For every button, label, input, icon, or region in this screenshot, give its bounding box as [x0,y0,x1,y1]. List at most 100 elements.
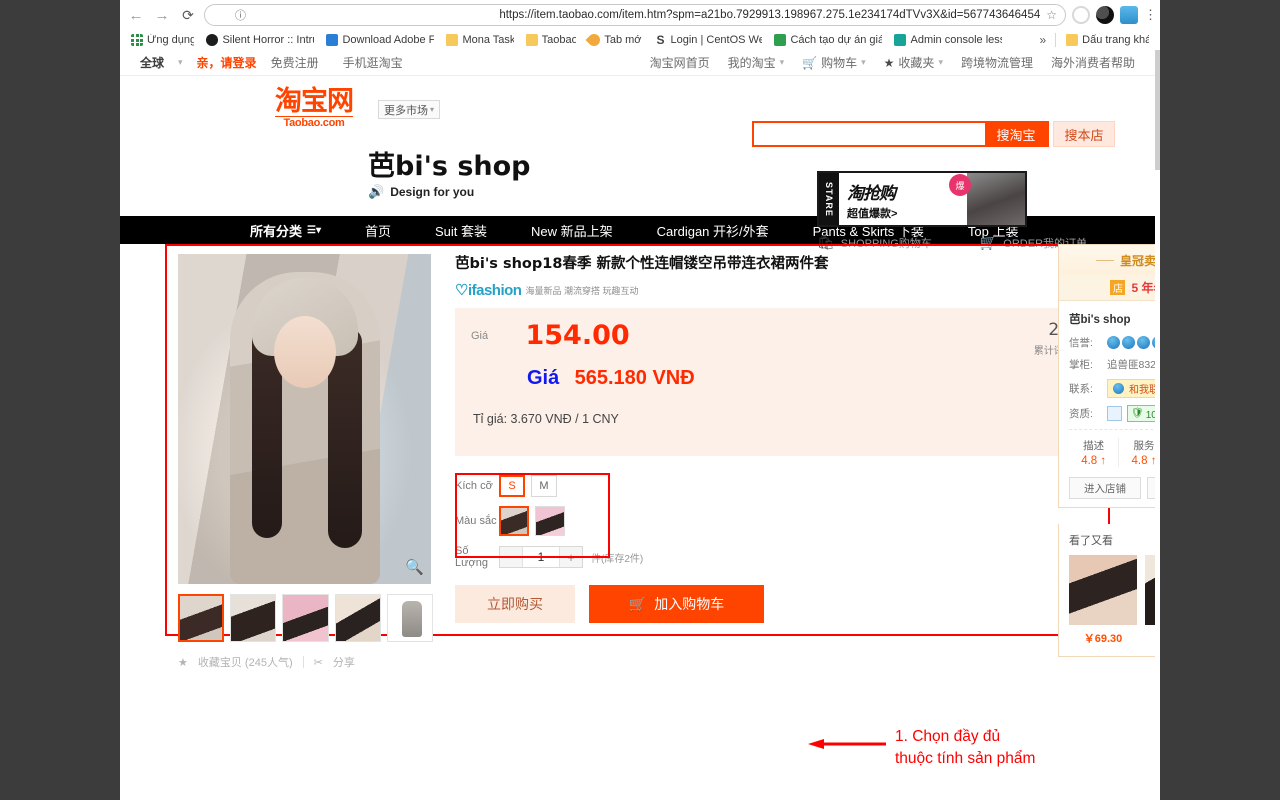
chevron-down-icon[interactable]: ▾ [178,57,183,68]
price-vnd-row: Giá 565.180 VNĐ [527,367,1023,390]
score-value-row: 4.8 ↑ [1081,455,1107,467]
nav-item-new[interactable]: New 新品上架 [509,221,635,240]
seller-shop-name[interactable]: 芭bi's shop [1069,311,1155,327]
nav-label: 我的淘宝 [727,56,776,70]
favorite-shop-button[interactable]: 收藏店铺 [1147,477,1155,499]
speaker-icon: 🔊 [368,184,385,199]
bookmark-item[interactable]: Tab mới [583,33,647,47]
shop-header: 淘宝网 Taobao.com 更多市场 ▾ 芭bi's shop 🔊 Desig… [120,76,1155,250]
seller-credit-row: 信誉: [1069,335,1155,350]
bookmark-label: Ứng dụng [147,34,195,46]
scrollbar-thumb[interactable] [1155,50,1160,170]
annotation-line: thuộc tính sản phẩm [895,750,1036,768]
extension-icon-1[interactable] [1072,6,1090,24]
nav-item-cardigan[interactable]: Cardigan 开衫/外套 [635,221,791,240]
share-label[interactable]: 分享 [333,654,355,670]
score-description: 描述 4.8 ↑ [1069,438,1118,467]
search-taobao-button[interactable]: 搜淘宝 [985,123,1047,145]
exchange-rate: Tỉ giá: 3.670 VNĐ / 1 CNY [473,412,619,427]
promo-banner[interactable]: STARE 淘抢购 超值爆款> 爆 [817,171,1027,227]
counter-value: 追兽匪832号 [1107,359,1155,371]
seller-years: 5 年老店 [1131,281,1155,295]
logo-en-text: Taobao.com [275,116,353,129]
bookmark-label: Mona Task [462,34,514,46]
reload-icon[interactable]: ⟳ [178,5,198,25]
bookmark-item[interactable]: Mona Task [441,33,518,47]
crown-icon [1137,336,1150,349]
browser-menu-icon[interactable]: ⋮ [1144,7,1157,23]
thumbnail-item[interactable] [334,594,381,642]
deposit-value: 1000元 [1145,410,1155,421]
star-icon: ★ [883,55,895,70]
login-link[interactable]: 亲，请登录 [197,54,257,71]
nav-item-suit[interactable]: Suit 套装 [413,221,509,240]
nav-all-categories[interactable]: 所有分类 ☰▾ [228,221,343,240]
favorite-label[interactable]: 收藏宝贝 (245人气) [198,654,293,670]
more-market-label: 更多市场 [383,104,428,117]
address-bar[interactable]: ⓘ https://item.taobao.com/item.htm?spm=a… [204,4,1066,26]
extension-icon-3[interactable] [1120,6,1138,24]
forward-icon[interactable]: → [152,5,172,25]
extension-icon-2[interactable] [1096,6,1114,24]
quality-label: 资质: [1069,408,1093,420]
thumbnail-item[interactable] [282,594,329,642]
bookmark-label: Taobao [541,34,577,46]
thumbnail-item[interactable] [386,594,434,642]
ifashion-label: ♡ifashion [455,282,522,300]
mobile-taobao-link[interactable]: 手机逛淘宝 [343,54,403,71]
add-to-cart-button[interactable]: 🛒 加入购物车 [589,585,764,624]
bookmark-item[interactable]: Admin console less s [889,33,1007,47]
nav-logistics[interactable]: 跨境物流管理 [961,54,1033,71]
nav-item-home[interactable]: 首页 [343,221,413,240]
shop-badge-icon: 店 [1110,280,1126,295]
bookmark-item[interactable]: Silent Horror :: Intrud [201,33,319,47]
taobao-logo[interactable]: 淘宝网 Taobao.com [275,86,354,129]
search-shop-button[interactable]: 搜本店 [1053,121,1115,147]
region-selector[interactable]: 全球 [140,54,164,71]
bookmarks-overflow-icon[interactable]: » [1035,33,1050,47]
thumbnail-item[interactable] [230,594,277,642]
nav-favorites[interactable]: ★ 收藏夹 ▾ [884,54,943,71]
buy-now-button[interactable]: 立即购买 [455,585,575,624]
product-main-image[interactable]: 🔍 [178,254,431,584]
search-icon[interactable]: 🔍 [405,558,424,576]
site-info-icon[interactable]: ⓘ [213,7,493,23]
also-viewed-item[interactable]: ￥69.30 [1069,555,1137,646]
divider [302,656,304,668]
bookmark-item[interactable]: Cách tạo dự án giá rẻ [769,33,887,47]
nav-cart[interactable]: 🛒 购物车 ▾ [802,54,866,71]
thumbnail-strip [178,594,434,642]
dark-circle-icon [206,34,219,46]
promo-badge: 爆 [949,174,971,196]
size-chart-link[interactable]: 尺码助手 [455,458,1147,471]
more-market-dropdown[interactable]: 更多市场 ▾ [378,100,440,119]
register-link[interactable]: 免费注册 [271,54,319,71]
score-service: 服务 4.8 ↑ [1118,438,1155,467]
nav-overseas-help[interactable]: 海外消费者帮助 [1051,54,1135,71]
thumbnail-item[interactable] [178,594,225,642]
logo-cn-text: 淘宝网 [275,86,354,117]
enter-shop-button[interactable]: 进入店铺 [1069,477,1141,499]
other-bookmarks-item[interactable]: Dấu trang khá [1061,33,1154,47]
folder-icon [1066,34,1079,46]
taobao-topbar: 全球 ▾ 亲，请登录 免费注册 手机逛淘宝 淘宝网首页 我的淘宝 ▾ 🛒 购物车… [120,50,1155,76]
bookmark-item[interactable]: Taobao [521,33,582,47]
bookmark-item[interactable]: Download Adobe Fla [321,33,439,47]
quality-badges: 🛡 1000元 [1107,405,1155,422]
page-scrollbar[interactable] [1155,50,1160,800]
up-arrow-icon: ↑ [1100,455,1107,467]
nav-my-taobao[interactable]: 我的淘宝 ▾ [728,54,785,71]
also-viewed-item[interactable]: ￥99.00 [1145,555,1155,646]
nav-taobao-home[interactable]: 淘宝网首页 [650,54,710,71]
add-to-cart-label: 加入购物车 [654,596,725,613]
search-box[interactable]: 搜淘宝 [752,121,1049,147]
bookmark-star-icon[interactable]: ☆ [1046,8,1057,22]
browser-toolbar: ← → ⟳ ⓘ https://item.taobao.com/item.htm… [120,0,1160,30]
back-icon[interactable]: ← [126,5,146,25]
contact-label: 联系: [1069,383,1093,395]
bookmark-item[interactable]: Ứng dụng [126,33,199,47]
search-input[interactable] [754,123,985,145]
bookmark-item[interactable]: S Login | CentOS WebP [649,33,767,47]
contact-seller-button[interactable]: 和我联系 [1107,379,1155,398]
cart-icon: 🛒 [802,55,818,70]
